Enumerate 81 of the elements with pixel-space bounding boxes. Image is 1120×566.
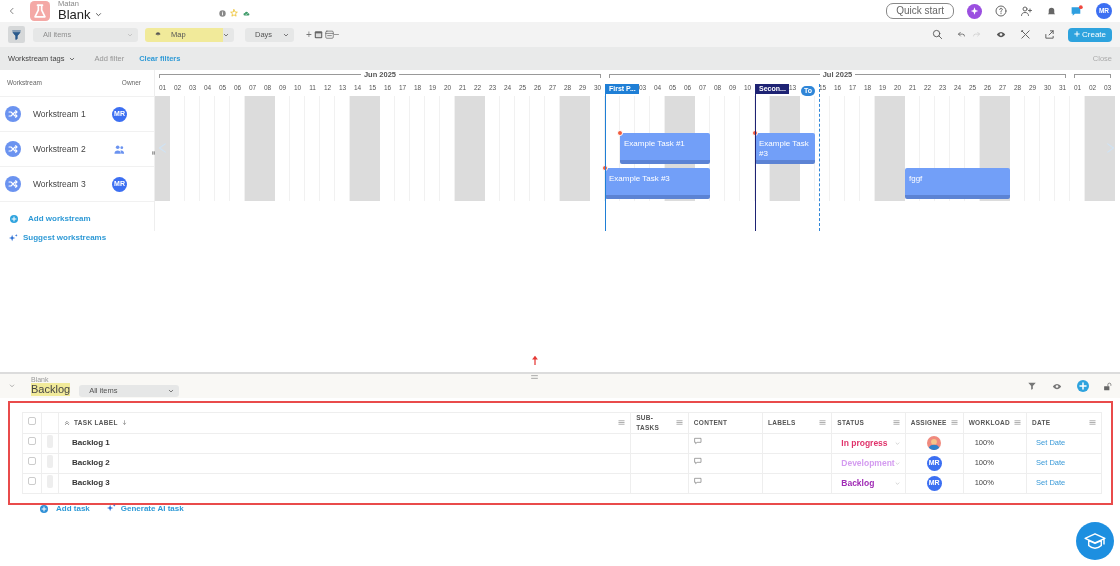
help-icon[interactable]	[995, 5, 1007, 17]
collapse-icon[interactable]	[8, 383, 16, 389]
menu-icon[interactable]	[675, 419, 683, 427]
quick-start-button[interactable]: Quick start	[886, 3, 954, 19]
menu-icon[interactable]	[618, 419, 626, 427]
comment-icon[interactable]	[693, 477, 702, 486]
add-workstream-link[interactable]: Add workstream	[28, 212, 91, 225]
month-bracket	[1074, 74, 1111, 78]
zoom-out-button[interactable]: −	[333, 27, 340, 42]
workstream-name[interactable]: Workstream 2	[33, 142, 86, 156]
task-bar[interactable]: Example Task #3	[755, 133, 815, 164]
create-button[interactable]: Create	[1068, 27, 1112, 42]
plus-icon	[1074, 31, 1080, 37]
menu-icon[interactable]	[819, 419, 827, 427]
cloud-icon[interactable]	[241, 9, 251, 17]
umbrella-icon	[155, 32, 161, 37]
sparkle-icon[interactable]	[967, 3, 982, 19]
task-bar[interactable]: fggf	[905, 168, 1010, 199]
resize-handle-icon[interactable]	[530, 375, 539, 379]
plus-circle-icon[interactable]	[10, 214, 18, 223]
menu-icon[interactable]	[1014, 419, 1022, 427]
flag-dot	[752, 130, 758, 136]
workstream-name[interactable]: Workstream 1	[33, 107, 86, 121]
row-checkbox[interactable]	[28, 437, 36, 446]
caret-icon[interactable]	[94, 11, 102, 19]
resize-handle-icon[interactable]	[152, 149, 155, 157]
caret-icon	[223, 31, 229, 38]
share-icon[interactable]	[1044, 29, 1055, 40]
add-task-link[interactable]: Add task	[56, 502, 90, 515]
add-user-icon[interactable]	[1020, 5, 1033, 17]
zoom-in-button[interactable]: +	[306, 27, 312, 42]
filter-icon[interactable]	[1027, 381, 1037, 391]
undo-icon[interactable]	[956, 30, 967, 39]
sort-icon[interactable]	[121, 419, 127, 427]
calendar-range-icon[interactable]	[324, 30, 334, 39]
flask-icon[interactable]	[30, 1, 50, 21]
task-label[interactable]: Backlog 3	[72, 478, 110, 487]
row-checkbox[interactable]	[28, 457, 36, 466]
caret-icon	[283, 31, 289, 38]
generate-ai-task-link[interactable]: Generate AI task	[120, 502, 184, 515]
star-icon[interactable]	[229, 9, 238, 17]
eye-icon[interactable]	[1051, 381, 1063, 391]
comment-icon[interactable]	[693, 437, 702, 446]
menu-icon[interactable]	[950, 419, 958, 427]
search-icon[interactable]	[932, 29, 943, 40]
eye-icon[interactable]	[995, 30, 1007, 39]
shuffle-icon	[5, 141, 21, 157]
task-label[interactable]: Backlog 1	[72, 438, 110, 447]
board-title[interactable]: Blank	[58, 7, 91, 22]
task-bar[interactable]: Example Task #1	[620, 133, 710, 164]
group-icon[interactable]	[113, 143, 126, 155]
collapse-all-icon[interactable]	[64, 419, 70, 426]
help-button[interactable]	[1076, 522, 1114, 560]
back-icon[interactable]	[8, 5, 16, 17]
row-checkbox[interactable]	[28, 477, 36, 486]
lock-icon[interactable]	[1103, 381, 1112, 391]
comment-icon[interactable]	[693, 457, 702, 466]
avatar-icon[interactable]	[927, 436, 942, 450]
calendar-icon[interactable]	[313, 30, 323, 39]
info-icon[interactable]	[218, 9, 226, 17]
menu-icon[interactable]	[1089, 419, 1096, 427]
shuffle-icon	[5, 106, 21, 122]
filter-icon[interactable]	[8, 26, 25, 43]
caret-icon	[127, 31, 133, 38]
select-all-checkbox[interactable]	[28, 417, 36, 426]
plus-circle-icon[interactable]	[40, 504, 48, 513]
flag-dot	[602, 165, 608, 171]
graduation-cap-icon	[1084, 532, 1106, 550]
suggest-workstreams-link[interactable]: Suggest workstreams	[23, 232, 107, 244]
flag-dot	[617, 130, 623, 136]
shuffle-icon	[5, 176, 21, 192]
task-label[interactable]: Backlog 2	[72, 458, 110, 467]
workstream-name[interactable]: Workstream 3	[33, 177, 86, 191]
plus-circle-icon[interactable]	[1077, 380, 1089, 392]
menu-icon[interactable]	[892, 419, 900, 427]
chat-icon[interactable]	[1070, 4, 1083, 18]
task-bar[interactable]: Example Task #3	[605, 168, 710, 199]
caret-icon	[68, 55, 75, 62]
bell-icon[interactable]	[1046, 5, 1057, 17]
caret-icon	[168, 388, 175, 394]
section-title: Backlog	[31, 383, 71, 396]
